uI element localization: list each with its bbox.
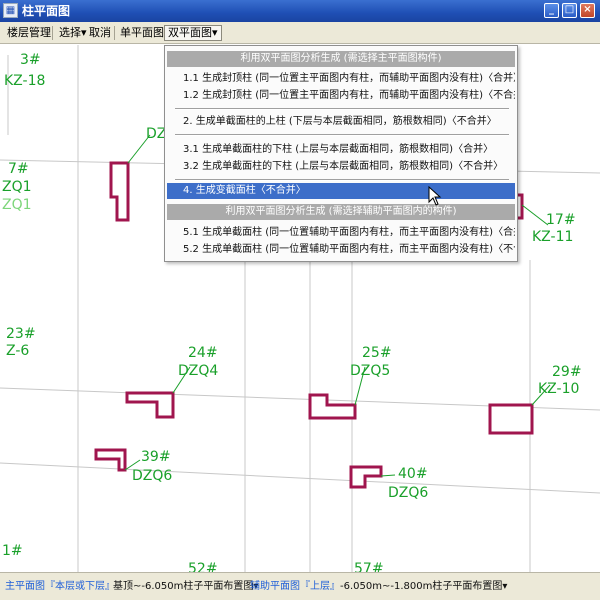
column-label: 17# xyxy=(546,212,576,228)
column-type: KZ-11 xyxy=(532,229,573,245)
dropdown-section-header: 利用双平面图分析生成 (需选择辅助平面图内的构件) xyxy=(167,204,515,220)
menu-select[interactable]: 选择▾ xyxy=(56,25,90,41)
column-39[interactable] xyxy=(94,448,127,472)
maximize-button[interactable]: □ xyxy=(562,3,577,18)
main-plan-select[interactable]: 基顶~-6.050m柱子平面布置图▾ xyxy=(113,573,258,600)
aux-plan-select[interactable]: -6.050m~-1.800m柱子平面布置图▾ xyxy=(340,573,507,600)
column-40[interactable] xyxy=(349,465,383,489)
menu-separator xyxy=(114,26,115,40)
minimize-button[interactable]: _ xyxy=(544,3,559,18)
column-type: ZQ1 xyxy=(2,197,32,213)
column-type: DZQ6 xyxy=(132,468,172,484)
title-bar: ▦ 柱平面图 _ □ × xyxy=(0,0,600,22)
column-type: KZ-10 xyxy=(538,381,579,397)
main-plan-link[interactable]: 主平面图『本层或下层』 xyxy=(5,573,115,600)
column-label: 57# xyxy=(354,561,384,572)
grid-line xyxy=(0,462,600,494)
dropdown-section-header: 利用双平面图分析生成 (需选择主平面图构件) xyxy=(167,51,515,67)
column-label: 25# xyxy=(362,345,392,361)
menu-item-3-1[interactable]: 3.1 生成单截面柱的下柱 (上层与本层截面相同，筋根数相同)〈合并〉 xyxy=(167,142,515,158)
leader-line xyxy=(521,204,549,226)
menu-bar: 楼层管理 选择▾ 取消 单平面图▾ 双平面图▾ xyxy=(0,22,600,44)
mouse-cursor-icon xyxy=(428,186,442,206)
double-plan-dropdown: 利用双平面图分析生成 (需选择主平面图构件) 1.1 生成封顶柱 (同一位置主平… xyxy=(164,45,518,262)
menu-divider xyxy=(175,134,509,136)
column-label: 1# xyxy=(2,543,23,559)
column-25[interactable] xyxy=(308,393,357,420)
menu-item-3-2[interactable]: 3.2 生成单截面柱的下柱 (上层与本层截面相同，筋根数相同)〈不合并〉 xyxy=(167,159,515,175)
menu-item-5-2[interactable]: 5.2 生成单截面柱 (同一位置辅助平面图内有柱，而主平面图内没有柱)〈不合并〉 xyxy=(167,242,515,258)
column-type: DZQ4 xyxy=(178,363,218,379)
column-type: ZQ1 xyxy=(2,179,32,195)
column-label: 40# xyxy=(398,466,428,482)
column-label: 23# xyxy=(6,326,36,342)
column-type: Z-6 xyxy=(6,343,29,359)
column-type: DZQ5 xyxy=(350,363,390,379)
column-24[interactable] xyxy=(125,391,175,419)
menu-separator xyxy=(52,26,53,40)
close-button[interactable]: × xyxy=(580,3,595,18)
app-window: ▦ 柱平面图 _ □ × 楼层管理 选择▾ 取消 单平面图▾ 双平面图▾ 3# … xyxy=(0,0,600,600)
menu-item-1-1[interactable]: 1.1 生成封顶柱 (同一位置主平面图内有柱，而辅助平面图内没有柱)〈合并〉 xyxy=(167,71,515,87)
status-bar: 主平面图『本层或下层』 基顶~-6.050m柱子平面布置图▾ 辅助平面图『上层』… xyxy=(0,572,600,600)
window-title: 柱平面图 xyxy=(22,4,71,18)
menu-cancel[interactable]: 取消 xyxy=(86,25,114,41)
column-label: 7# xyxy=(8,161,29,177)
column-label: 24# xyxy=(188,345,218,361)
menu-divider xyxy=(175,179,509,181)
menu-item-2[interactable]: 2. 生成单截面柱的上柱 (下层与本层截面相同，筋根数相同)〈不合并〉 xyxy=(167,114,515,130)
menu-divider xyxy=(175,108,509,110)
leader-line xyxy=(380,474,396,477)
column-label: 39# xyxy=(141,449,171,465)
column-label: 52# xyxy=(188,561,218,572)
column-29[interactable] xyxy=(488,403,534,435)
column-7[interactable] xyxy=(109,161,130,222)
menu-double-plan[interactable]: 双平面图▾ xyxy=(164,25,222,41)
column-label: 3# xyxy=(20,52,41,68)
menu-item-1-2[interactable]: 1.2 生成封顶柱 (同一位置主平面图内有柱，而辅助平面图内没有柱)〈不合并〉 xyxy=(167,88,515,104)
column-label: 29# xyxy=(552,364,582,380)
menu-item-4[interactable]: 4. 生成变截面柱〈不合并〉 xyxy=(167,183,515,199)
menu-floor-management[interactable]: 楼层管理 xyxy=(4,25,54,41)
menu-item-5-1[interactable]: 5.1 生成单截面柱 (同一位置辅助平面图内有柱，而主平面图内没有柱)〈合并〉 xyxy=(167,225,515,241)
column-type: DZQ6 xyxy=(388,485,428,501)
column-type: KZ-18 xyxy=(4,73,45,89)
aux-plan-link[interactable]: 辅助平面图『上层』 xyxy=(250,573,340,600)
column-plan-icon: ▦ xyxy=(3,3,18,18)
